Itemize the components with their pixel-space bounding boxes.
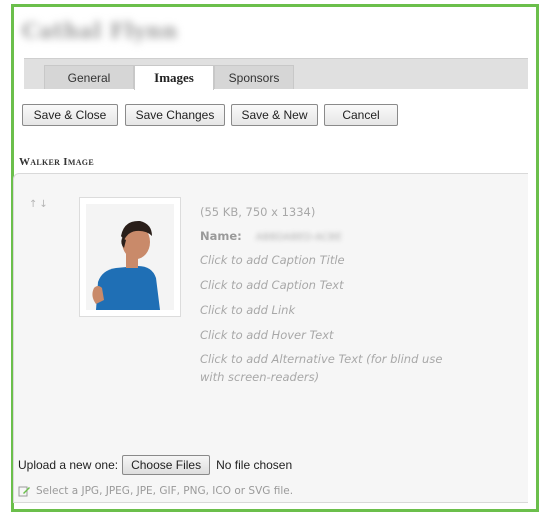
save-new-button[interactable]: Save & New — [231, 104, 318, 126]
caption-title-link[interactable]: Click to add Caption Title — [200, 253, 345, 267]
page-title: Cathal Flynn — [22, 18, 178, 43]
upload-hint: Select a JPG, JPEG, JPE, GIF, PNG, ICO o… — [18, 485, 293, 497]
alt-text-link[interactable]: Click to add Alternative Text (for blind… — [200, 352, 450, 366]
hover-text-link[interactable]: Click to add Hover Text — [200, 328, 334, 342]
tab-images[interactable]: Images — [134, 65, 214, 90]
name-value: ABBDABED-ACBE — [255, 232, 342, 243]
add-link-link[interactable]: Click to add Link — [200, 303, 295, 317]
edit-icon — [18, 486, 30, 497]
walker-photo — [86, 204, 174, 310]
tab-general[interactable]: General — [44, 65, 134, 89]
image-info: (55 KB, 750 x 1334) — [200, 205, 316, 219]
image-thumbnail[interactable] — [79, 197, 181, 317]
file-status: No file chosen — [216, 458, 293, 472]
save-changes-button[interactable]: Save Changes — [125, 104, 225, 126]
cancel-button[interactable]: Cancel — [324, 104, 398, 126]
section-title: Walker Image — [19, 156, 94, 168]
walker-figure-icon — [86, 204, 174, 310]
upload-hint-text: Select a JPG, JPEG, JPE, GIF, PNG, ICO o… — [36, 485, 294, 497]
tab-bar: General Images Sponsors — [24, 58, 528, 90]
tab-sponsors[interactable]: Sponsors — [214, 65, 294, 89]
caption-text-link[interactable]: Click to add Caption Text — [200, 278, 344, 292]
name-label: Name: — [200, 229, 242, 243]
image-name: Name: ABBDABED-ACBE — [200, 229, 342, 243]
reorder-arrows-icon[interactable]: ↑↓ — [29, 199, 50, 210]
upload-label: Upload a new one: — [18, 458, 119, 472]
save-close-button[interactable]: Save & Close — [22, 104, 118, 126]
alt-text-link-line2[interactable]: with screen-readers) — [200, 370, 319, 384]
upload-row: Upload a new one: Choose Files No file c… — [18, 455, 292, 475]
choose-files-button[interactable]: Choose Files — [122, 455, 211, 475]
